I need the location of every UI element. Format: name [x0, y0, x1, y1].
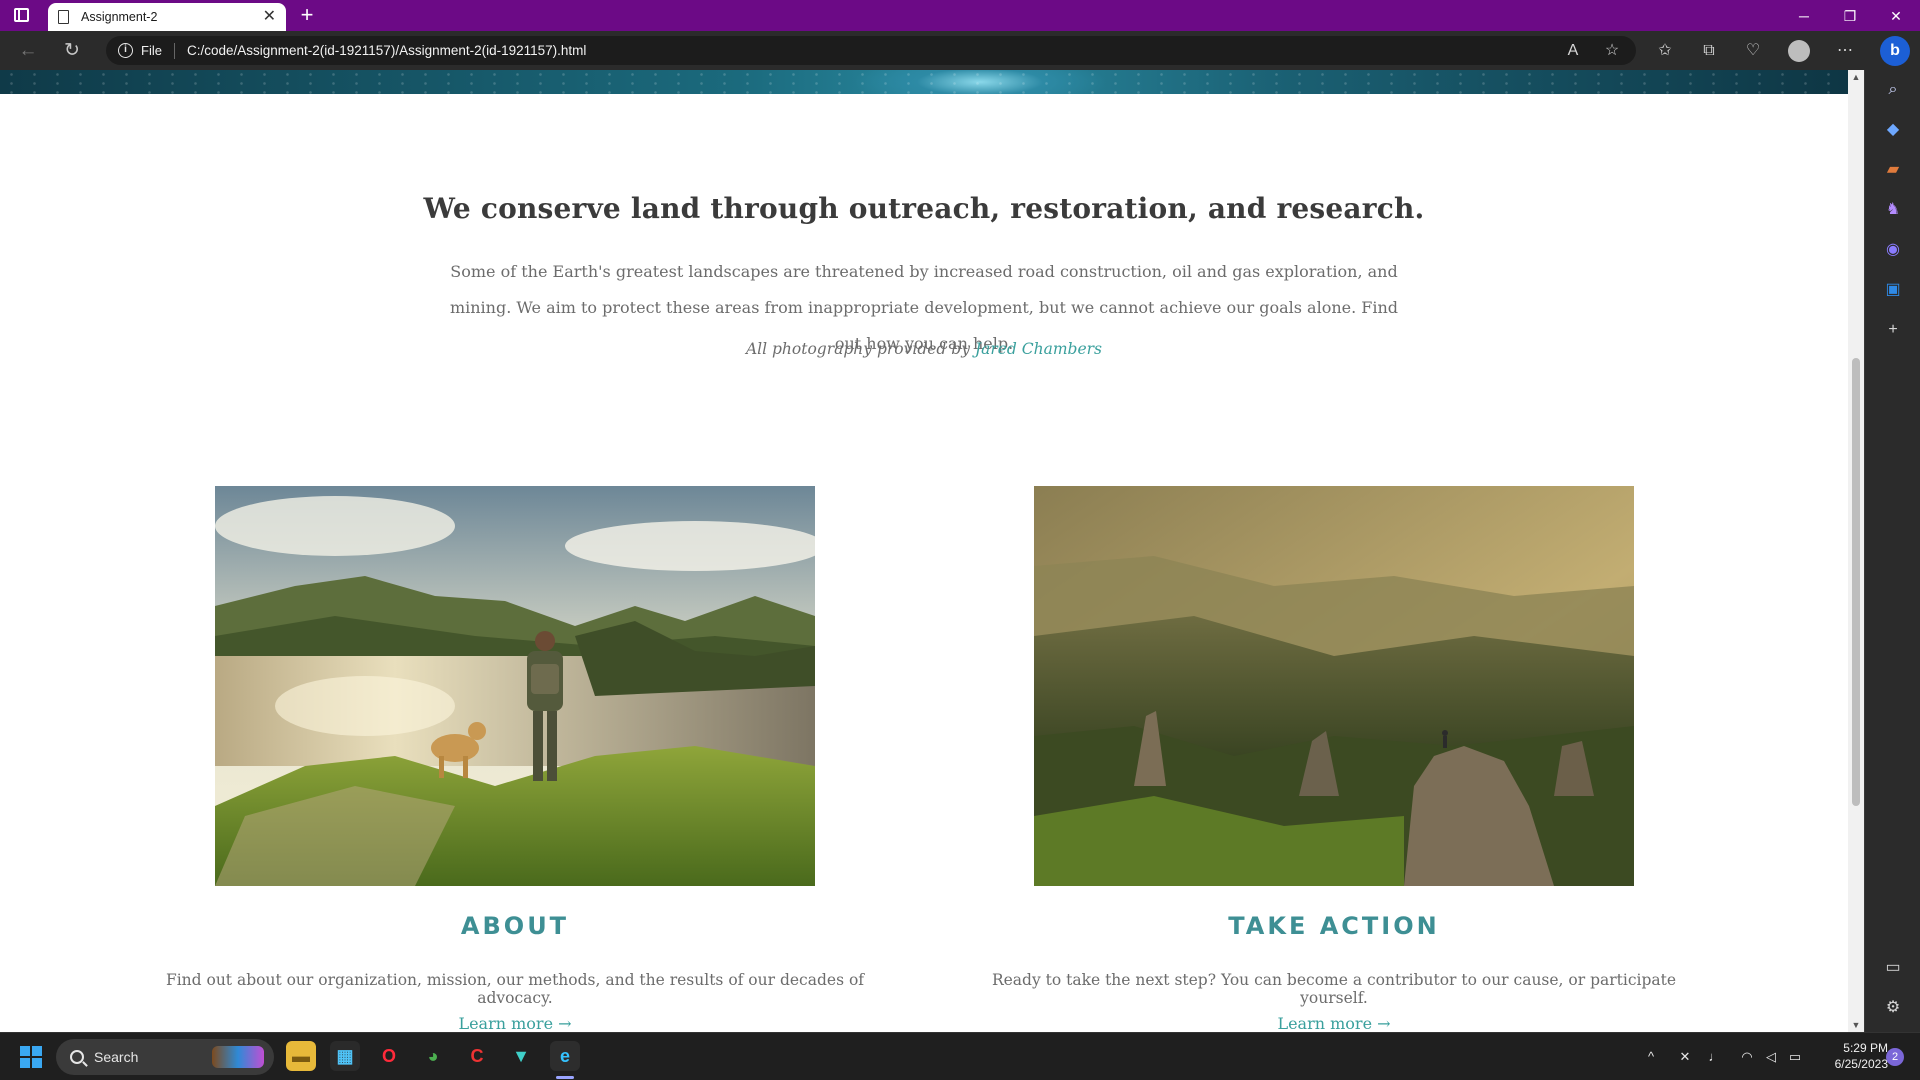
volume-icon[interactable]: ◁	[1762, 1048, 1780, 1066]
active-app-indicator	[556, 1076, 574, 1079]
browser-essentials-icon[interactable]: ♡	[1742, 40, 1764, 62]
favorites-icon[interactable]: ✩	[1654, 40, 1676, 62]
search-icon	[70, 1050, 84, 1064]
chrome-icon[interactable]: ◕	[418, 1041, 448, 1071]
microsoft-365-icon[interactable]: ◉	[1883, 240, 1903, 260]
sidebar-panel-icon[interactable]: ▭	[1883, 958, 1903, 978]
take-action-photo	[1034, 486, 1634, 886]
tab-actions-icon[interactable]	[14, 8, 29, 22]
back-button[interactable]: ←	[16, 39, 40, 63]
outlook-icon[interactable]: ▣	[1883, 280, 1903, 300]
taskbar-search[interactable]: Search	[56, 1039, 274, 1075]
wifi-icon[interactable]: ◠	[1738, 1048, 1756, 1066]
scroll-down-arrow[interactable]: ▼	[1848, 1018, 1864, 1032]
url-field[interactable]: i File C:/code/Assignment-2(id-1921157)/…	[106, 36, 1636, 65]
windows-taskbar: Search ▬ ▦ O ◕ C ▼ e ^ ✕ ♩ ◠ ◁ ▭ 5:29 PM…	[0, 1032, 1920, 1080]
new-tab-button[interactable]: +	[296, 3, 318, 27]
take-action-learn-more-link[interactable]: Learn more →	[967, 1014, 1701, 1032]
bing-copilot-icon[interactable]: b	[1880, 36, 1910, 66]
about-learn-more-link[interactable]: Learn more →	[148, 1014, 882, 1032]
microsoft-store-icon[interactable]: ▦	[330, 1041, 360, 1071]
url-text[interactable]: C:/code/Assignment-2(id-1921157)/Assignm…	[187, 43, 586, 58]
about-text: Find out about our organization, mission…	[165, 971, 865, 1007]
more-menu-icon[interactable]: ⋯	[1834, 40, 1856, 62]
games-icon[interactable]: ♞	[1883, 200, 1903, 220]
photographer-link[interactable]: Jared Chambers	[975, 340, 1102, 358]
restore-button[interactable]: ❐	[1830, 4, 1870, 28]
code-editor-icon[interactable]: C	[462, 1041, 492, 1071]
edge-sidebar: ⌕ ◆ ▰ ♞ ◉ ▣ + ▭ ⚙	[1864, 70, 1920, 1032]
take-action-text: Ready to take the next step? You can bec…	[991, 971, 1677, 1007]
profile-avatar[interactable]	[1788, 40, 1810, 62]
hero-image-strip	[0, 70, 1848, 94]
battery-icon[interactable]: ▭	[1786, 1048, 1804, 1066]
microphone-off-icon[interactable]: ✕	[1676, 1048, 1694, 1066]
page-viewport: We conserve land through outreach, resto…	[0, 70, 1848, 1032]
windows-start-icon[interactable]	[20, 1046, 42, 1068]
browser-titlebar: Assignment-2 ✕ + ─ ❐ ✕	[0, 0, 1920, 31]
favorite-star-icon[interactable]: ☆	[1601, 40, 1623, 62]
page-scrollbar[interactable]: ▲ ▼	[1848, 70, 1864, 1032]
search-label: Search	[94, 1049, 139, 1065]
scroll-thumb[interactable]	[1852, 358, 1860, 806]
tab-title: Assignment-2	[81, 10, 158, 24]
read-aloud-icon[interactable]: A	[1562, 40, 1584, 62]
opera-icon[interactable]: O	[374, 1041, 404, 1071]
photo-credit: All photography provided by Jared Chambe…	[0, 340, 1848, 358]
tab-close-button[interactable]: ✕	[263, 9, 276, 25]
address-bar-row: ← ↻ i File C:/code/Assignment-2(id-19211…	[0, 31, 1920, 70]
take-action-title: TAKE ACTION	[1228, 912, 1440, 940]
about-title: ABOUT	[460, 912, 570, 940]
search-icon[interactable]: ⌕	[1883, 80, 1903, 100]
clock-time: 5:29 PM	[1843, 1041, 1888, 1055]
page-icon	[58, 10, 69, 24]
collections-icon[interactable]: ⧉	[1698, 40, 1720, 62]
tools-icon[interactable]: ▰	[1883, 160, 1903, 180]
page-headline: We conserve land through outreach, resto…	[423, 192, 1425, 225]
credit-prefix: All photography provided by	[745, 340, 970, 358]
add-sidebar-app-icon[interactable]: +	[1883, 320, 1903, 340]
info-icon[interactable]: i	[118, 43, 133, 58]
refresh-button[interactable]: ↻	[60, 39, 84, 63]
scroll-up-arrow[interactable]: ▲	[1848, 70, 1864, 84]
about-photo	[215, 486, 815, 886]
tab-active[interactable]: Assignment-2 ✕	[48, 3, 286, 31]
settings-gear-icon[interactable]: ⚙	[1883, 998, 1903, 1018]
shopping-tag-icon[interactable]: ◆	[1883, 120, 1903, 140]
file-label: File	[141, 43, 162, 58]
url-divider	[173, 42, 175, 59]
minimize-button[interactable]: ─	[1784, 4, 1824, 28]
system-clock[interactable]: 5:29 PM 6/25/2023	[1812, 1040, 1888, 1072]
vpn-app-icon[interactable]: ▼	[506, 1041, 536, 1071]
close-window-button[interactable]: ✕	[1876, 4, 1916, 28]
edge-icon[interactable]: e	[550, 1041, 580, 1071]
notification-badge[interactable]: 2	[1886, 1048, 1904, 1066]
search-highlight-image	[212, 1046, 264, 1068]
file-explorer-icon[interactable]: ▬	[286, 1041, 316, 1071]
tray-chevron-up-icon[interactable]: ^	[1642, 1048, 1660, 1066]
microphone-icon[interactable]: ♩	[1706, 1048, 1724, 1066]
clock-date: 6/25/2023	[1834, 1057, 1888, 1071]
